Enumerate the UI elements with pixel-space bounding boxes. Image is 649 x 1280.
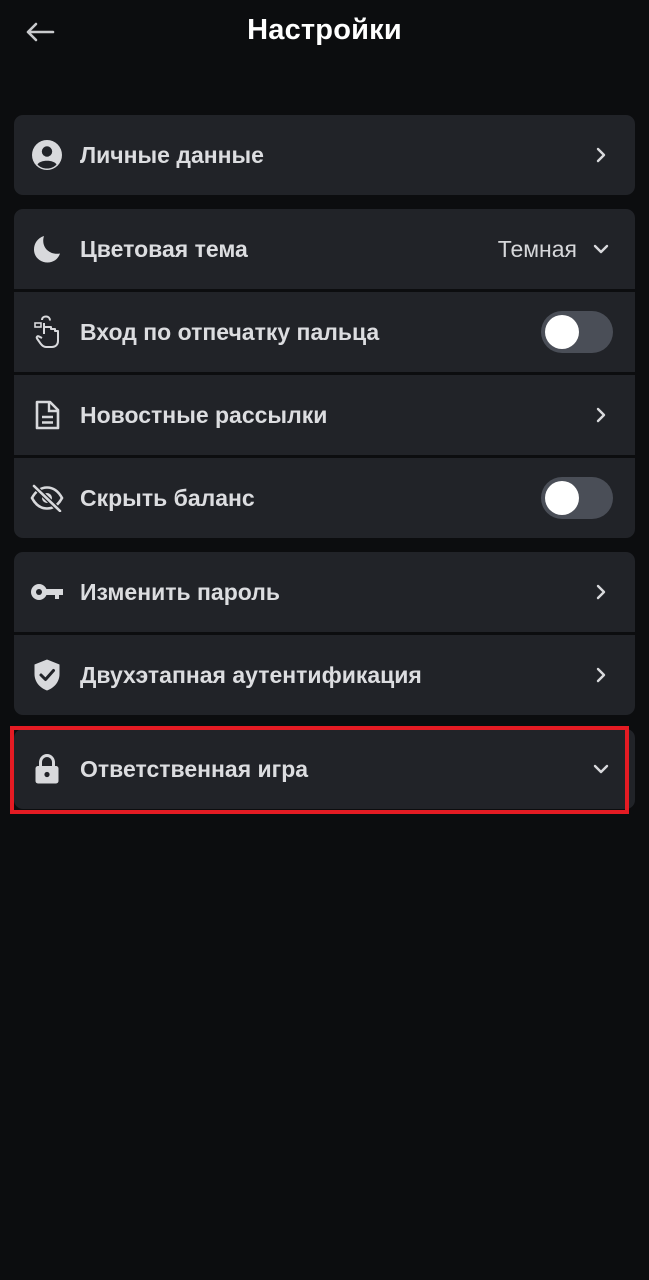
chevron-down-icon xyxy=(591,239,611,259)
document-icon xyxy=(30,398,64,432)
row-label: Вход по отпечатку пальца xyxy=(80,318,380,345)
section-app: Цветовая тема Темная Вход по отпечатку п… xyxy=(14,209,635,538)
row-label: Цветовая тема xyxy=(80,235,248,262)
section-personal: Личные данные xyxy=(14,115,635,195)
row-change-password[interactable]: Изменить пароль xyxy=(14,552,635,632)
account-circle-icon xyxy=(30,138,64,172)
row-label: Скрыть баланс xyxy=(80,484,255,511)
row-personal-data[interactable]: Личные данные xyxy=(14,115,635,195)
header: Настройки xyxy=(0,0,649,66)
row-two-factor[interactable]: Двухэтапная аутентификация xyxy=(14,635,635,715)
toggle-knob xyxy=(545,481,579,515)
chevron-down-icon xyxy=(591,759,611,779)
chevron-right-icon xyxy=(591,665,611,685)
row-label: Новостные рассылки xyxy=(80,401,328,428)
hide-balance-toggle[interactable] xyxy=(541,477,613,519)
row-fingerprint-login: Вход по отпечатку пальца xyxy=(14,292,635,372)
fingerprint-toggle[interactable] xyxy=(541,311,613,353)
row-responsible-gaming[interactable]: Ответственная игра xyxy=(14,729,635,809)
row-label: Личные данные xyxy=(80,141,264,168)
row-label: Ответственная игра xyxy=(80,755,309,782)
settings-screen: Настройки Личные данные Цветовая тема Те… xyxy=(0,0,649,1280)
section-security: Изменить пароль Двухэтапная аутентификац… xyxy=(14,552,635,715)
row-hide-balance: Скрыть баланс xyxy=(14,458,635,538)
chevron-right-icon xyxy=(591,405,611,425)
chevron-right-icon xyxy=(591,582,611,602)
row-color-theme[interactable]: Цветовая тема Темная xyxy=(14,209,635,289)
chevron-right-icon xyxy=(591,145,611,165)
row-newsletters[interactable]: Новостные рассылки xyxy=(14,375,635,455)
toggle-knob xyxy=(545,315,579,349)
section-responsible-gaming: Ответственная игра xyxy=(14,729,635,809)
lock-icon xyxy=(30,752,64,786)
theme-value: Темная xyxy=(497,235,577,262)
shield-check-icon xyxy=(30,658,64,692)
row-label: Двухэтапная аутентификация xyxy=(80,661,422,688)
moon-icon xyxy=(30,232,64,266)
key-icon xyxy=(30,575,64,609)
page-title: Настройки xyxy=(247,14,402,46)
row-label: Изменить пароль xyxy=(80,578,280,605)
fingerprint-touch-icon xyxy=(30,315,64,349)
eye-off-icon xyxy=(30,481,64,515)
